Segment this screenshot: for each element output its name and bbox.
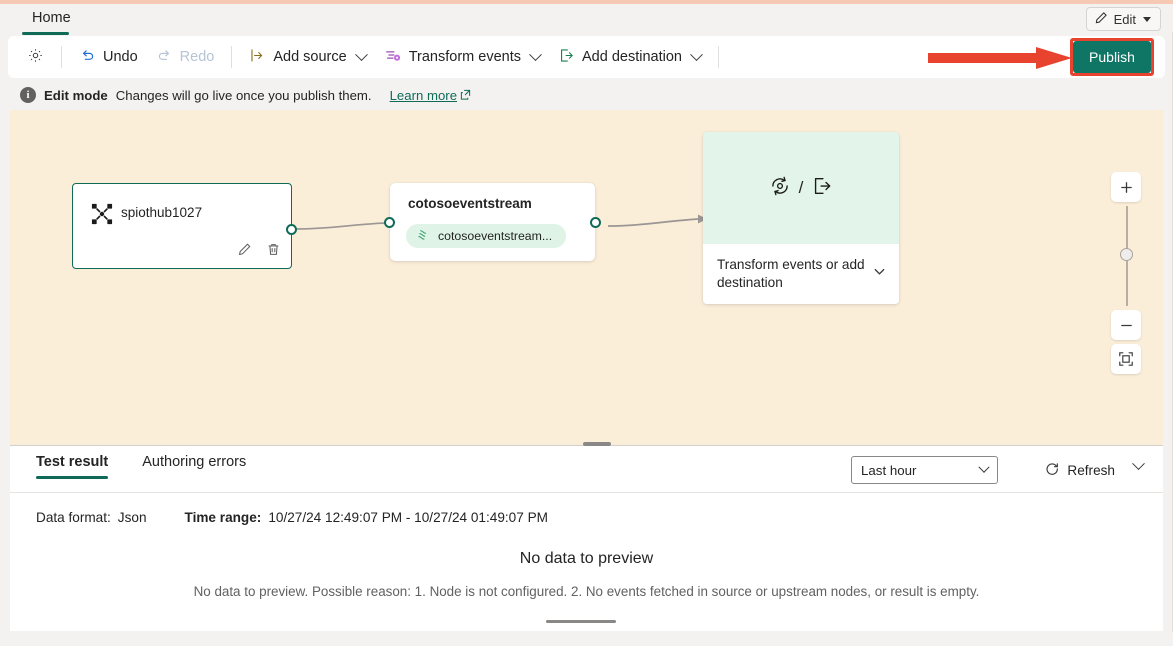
chevron-down-icon: [1143, 16, 1151, 22]
destination-icon: [811, 175, 833, 202]
refresh-button[interactable]: Refresh: [1044, 457, 1115, 483]
transform-events-button[interactable]: Transform events: [375, 42, 549, 72]
undo-button[interactable]: Undo: [70, 42, 147, 72]
redo-button: Redo: [147, 42, 224, 72]
tab-home-label: Home: [32, 10, 71, 26]
info-icon: i: [20, 87, 36, 103]
refresh-label: Refresh: [1067, 462, 1115, 478]
external-link-icon: [460, 88, 471, 103]
connector-stream-to-destination: [607, 214, 707, 227]
settings-button[interactable]: [18, 42, 53, 72]
undo-icon: [79, 47, 96, 68]
edit-button-label: Edit: [1113, 11, 1136, 27]
horizontal-scrollbar[interactable]: [546, 620, 616, 623]
tab-authoring-errors-label: Authoring errors: [142, 454, 247, 470]
edit-button[interactable]: Edit: [1085, 7, 1161, 31]
learn-more-label: Learn more: [389, 87, 458, 103]
bottom-panel: Test result Authoring errors Last hour R…: [10, 446, 1163, 631]
eventstream-icon: [416, 227, 431, 245]
bottom-panel-tabs: Test result Authoring errors: [10, 454, 246, 492]
tabs-bottom-border: [10, 492, 1163, 493]
gear-icon: [27, 47, 44, 68]
add-source-button[interactable]: Add source: [240, 42, 374, 72]
add-destination-label: Add destination: [581, 49, 682, 65]
time-range-label: Time range:: [184, 510, 262, 525]
node-source-actions: [237, 242, 281, 262]
eventstream-canvas[interactable]: spiothub1027 cotosoeventstream cotosoeve…: [10, 110, 1163, 440]
edit-mode-message: Changes will go live once you publish th…: [115, 87, 372, 103]
add-source-label: Add source: [273, 49, 347, 65]
node-eventstream-pill-label: cotosoeventstream...: [438, 229, 553, 243]
toolbar: Undo Redo Add source Transform events Ad…: [8, 36, 1165, 78]
node-add-destination-placeholder[interactable]: / Transform events or add destination: [703, 132, 899, 304]
data-format-label: Data format:: [36, 510, 111, 525]
chevron-down-icon: [978, 461, 990, 473]
zoom-in-button[interactable]: [1111, 172, 1141, 202]
node-eventstream-title: cotosoeventstream: [408, 196, 532, 211]
canvas-zoom-controls: [1111, 172, 1141, 374]
publish-label: Publish: [1089, 49, 1135, 65]
port-eventstream-input[interactable]: [384, 217, 395, 228]
node-destination-footer[interactable]: Transform events or add destination: [703, 244, 899, 304]
pencil-icon[interactable]: [237, 242, 252, 262]
tab-authoring-errors[interactable]: Authoring errors: [142, 454, 246, 479]
transform-events-icon: [384, 46, 402, 68]
tab-home-indicator: [22, 32, 69, 35]
trash-icon[interactable]: [266, 242, 281, 262]
preview-meta-row: Data format: Json Time range: 10/27/24 1…: [36, 510, 548, 525]
zoom-slider[interactable]: [1111, 206, 1141, 306]
chevron-down-icon: [529, 47, 542, 61]
time-range-select-value: Last hour: [861, 462, 917, 478]
tab-test-result-label: Test result: [36, 454, 109, 470]
port-eventstream-output[interactable]: [590, 217, 601, 228]
tab-row: Home Edit: [0, 4, 1173, 35]
bottom-strip: [0, 632, 1173, 646]
add-destination-icon: [558, 47, 575, 68]
toolbar-divider-3: [717, 46, 719, 68]
zoom-slider-knob[interactable]: [1120, 248, 1133, 261]
chevron-down-icon[interactable]: [872, 264, 887, 284]
iot-hub-icon: [91, 203, 113, 225]
chevron-down-icon: [354, 47, 368, 61]
node-destination-icons: /: [703, 132, 899, 244]
node-eventstream-cotosoeventstream[interactable]: cotosoeventstream cotosoeventstream...: [384, 183, 601, 261]
tab-test-result[interactable]: Test result: [36, 454, 109, 479]
toolbar-divider: [61, 46, 62, 68]
refresh-icon: [1044, 461, 1060, 480]
edit-mode-infobar: i Edit mode Changes will go live once yo…: [10, 82, 1163, 108]
edit-mode-title: Edit mode: [44, 87, 108, 103]
chevron-down-icon: [690, 47, 703, 61]
time-range-value: 10/27/24 12:49:07 PM - 10/27/24 01:49:07…: [268, 510, 548, 525]
refresh-options-chevron-icon[interactable]: [1132, 457, 1145, 471]
toolbar-divider-2: [231, 46, 233, 68]
icon-separator: /: [798, 178, 804, 197]
add-source-icon: [249, 47, 266, 68]
data-format-value: Json: [117, 510, 147, 525]
transform-icon: [769, 175, 791, 202]
pencil-icon: [1094, 11, 1108, 28]
empty-state-title: No data to preview: [519, 550, 654, 567]
redo-label: Redo: [179, 49, 215, 65]
empty-state-subtitle: No data to preview. Possible reason: 1. …: [193, 584, 980, 599]
node-eventstream-pill[interactable]: cotosoeventstream...: [406, 224, 567, 248]
publish-button[interactable]: Publish: [1073, 41, 1151, 73]
redo-icon: [156, 47, 173, 68]
app-window: Home Edit Undo Redo Add source Transform…: [0, 0, 1173, 646]
node-source-spiothub1027[interactable]: spiothub1027: [72, 183, 297, 269]
learn-more-link[interactable]: Learn more: [390, 88, 471, 103]
transform-events-label: Transform events: [408, 49, 521, 65]
zoom-out-button[interactable]: [1111, 310, 1141, 340]
add-destination-button[interactable]: Add destination: [549, 42, 710, 72]
tab-home[interactable]: Home: [24, 4, 79, 32]
node-destination-label: Transform events or add destination: [717, 256, 865, 290]
time-range-select[interactable]: Last hour: [851, 456, 998, 484]
fit-to-screen-button[interactable]: [1111, 344, 1141, 374]
node-source-title: spiothub1027: [121, 205, 203, 220]
port-source-output[interactable]: [286, 224, 297, 235]
undo-label: Undo: [103, 49, 138, 65]
